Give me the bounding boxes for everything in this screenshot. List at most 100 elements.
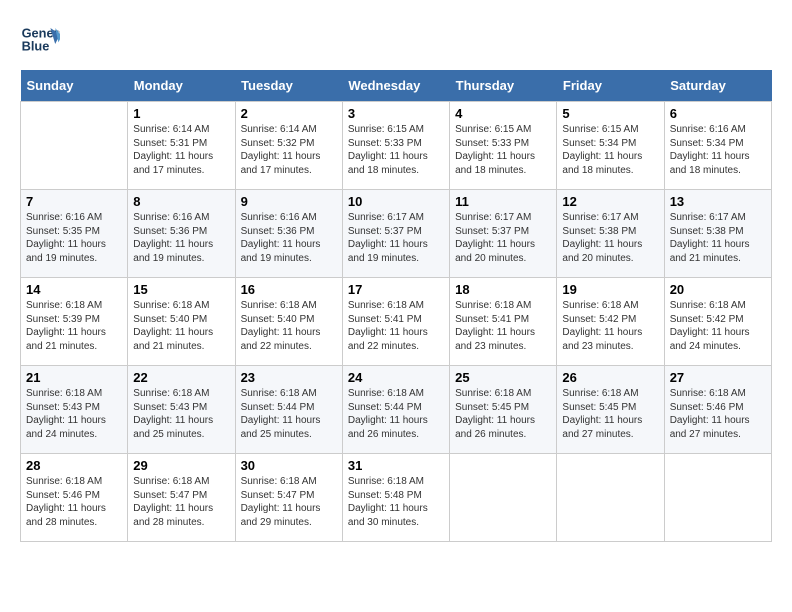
calendar-cell: 5 Sunrise: 6:15 AM Sunset: 5:34 PM Dayli…	[557, 102, 664, 190]
calendar-cell: 13 Sunrise: 6:17 AM Sunset: 5:38 PM Dayl…	[664, 190, 771, 278]
calendar-cell: 15 Sunrise: 6:18 AM Sunset: 5:40 PM Dayl…	[128, 278, 235, 366]
calendar-cell: 29 Sunrise: 6:18 AM Sunset: 5:47 PM Dayl…	[128, 454, 235, 542]
day-number: 4	[455, 106, 551, 121]
day-number: 13	[670, 194, 766, 209]
calendar-cell: 7 Sunrise: 6:16 AM Sunset: 5:35 PM Dayli…	[21, 190, 128, 278]
weekday-header-friday: Friday	[557, 70, 664, 102]
calendar-cell: 8 Sunrise: 6:16 AM Sunset: 5:36 PM Dayli…	[128, 190, 235, 278]
cell-info: Sunrise: 6:18 AM Sunset: 5:42 PM Dayligh…	[670, 299, 766, 353]
calendar-cell	[450, 454, 557, 542]
day-number: 2	[241, 106, 337, 121]
calendar-cell: 30 Sunrise: 6:18 AM Sunset: 5:47 PM Dayl…	[235, 454, 342, 542]
weekday-header-saturday: Saturday	[664, 70, 771, 102]
weekday-header-monday: Monday	[128, 70, 235, 102]
calendar-cell: 12 Sunrise: 6:17 AM Sunset: 5:38 PM Dayl…	[557, 190, 664, 278]
calendar-cell: 9 Sunrise: 6:16 AM Sunset: 5:36 PM Dayli…	[235, 190, 342, 278]
calendar-cell: 2 Sunrise: 6:14 AM Sunset: 5:32 PM Dayli…	[235, 102, 342, 190]
day-number: 1	[133, 106, 229, 121]
cell-info: Sunrise: 6:18 AM Sunset: 5:42 PM Dayligh…	[562, 299, 658, 353]
day-number: 27	[670, 370, 766, 385]
weekday-header-tuesday: Tuesday	[235, 70, 342, 102]
day-number: 23	[241, 370, 337, 385]
cell-info: Sunrise: 6:18 AM Sunset: 5:44 PM Dayligh…	[241, 387, 337, 441]
day-number: 19	[562, 282, 658, 297]
cell-info: Sunrise: 6:17 AM Sunset: 5:37 PM Dayligh…	[455, 211, 551, 265]
calendar-cell	[664, 454, 771, 542]
calendar-cell: 20 Sunrise: 6:18 AM Sunset: 5:42 PM Dayl…	[664, 278, 771, 366]
day-number: 14	[26, 282, 122, 297]
day-number: 11	[455, 194, 551, 209]
cell-info: Sunrise: 6:17 AM Sunset: 5:38 PM Dayligh…	[562, 211, 658, 265]
calendar-table: SundayMondayTuesdayWednesdayThursdayFrid…	[20, 70, 772, 542]
calendar-week-1: 1 Sunrise: 6:14 AM Sunset: 5:31 PM Dayli…	[21, 102, 772, 190]
calendar-cell: 1 Sunrise: 6:14 AM Sunset: 5:31 PM Dayli…	[128, 102, 235, 190]
cell-info: Sunrise: 6:18 AM Sunset: 5:46 PM Dayligh…	[670, 387, 766, 441]
cell-info: Sunrise: 6:18 AM Sunset: 5:48 PM Dayligh…	[348, 475, 444, 529]
cell-info: Sunrise: 6:14 AM Sunset: 5:31 PM Dayligh…	[133, 123, 229, 177]
calendar-cell: 23 Sunrise: 6:18 AM Sunset: 5:44 PM Dayl…	[235, 366, 342, 454]
day-number: 20	[670, 282, 766, 297]
calendar-cell: 14 Sunrise: 6:18 AM Sunset: 5:39 PM Dayl…	[21, 278, 128, 366]
cell-info: Sunrise: 6:18 AM Sunset: 5:39 PM Dayligh…	[26, 299, 122, 353]
calendar-cell: 4 Sunrise: 6:15 AM Sunset: 5:33 PM Dayli…	[450, 102, 557, 190]
calendar-cell	[557, 454, 664, 542]
cell-info: Sunrise: 6:18 AM Sunset: 5:40 PM Dayligh…	[133, 299, 229, 353]
cell-info: Sunrise: 6:18 AM Sunset: 5:43 PM Dayligh…	[26, 387, 122, 441]
cell-info: Sunrise: 6:16 AM Sunset: 5:35 PM Dayligh…	[26, 211, 122, 265]
day-number: 18	[455, 282, 551, 297]
calendar-cell	[21, 102, 128, 190]
page-header: General Blue	[20, 20, 772, 60]
weekday-header-sunday: Sunday	[21, 70, 128, 102]
logo: General Blue	[20, 20, 64, 60]
cell-info: Sunrise: 6:18 AM Sunset: 5:45 PM Dayligh…	[455, 387, 551, 441]
day-number: 29	[133, 458, 229, 473]
day-number: 7	[26, 194, 122, 209]
day-number: 5	[562, 106, 658, 121]
day-number: 24	[348, 370, 444, 385]
cell-info: Sunrise: 6:18 AM Sunset: 5:47 PM Dayligh…	[133, 475, 229, 529]
calendar-cell: 3 Sunrise: 6:15 AM Sunset: 5:33 PM Dayli…	[342, 102, 449, 190]
day-number: 6	[670, 106, 766, 121]
cell-info: Sunrise: 6:18 AM Sunset: 5:41 PM Dayligh…	[348, 299, 444, 353]
cell-info: Sunrise: 6:18 AM Sunset: 5:43 PM Dayligh…	[133, 387, 229, 441]
calendar-cell: 11 Sunrise: 6:17 AM Sunset: 5:37 PM Dayl…	[450, 190, 557, 278]
calendar-cell: 22 Sunrise: 6:18 AM Sunset: 5:43 PM Dayl…	[128, 366, 235, 454]
calendar-cell: 26 Sunrise: 6:18 AM Sunset: 5:45 PM Dayl…	[557, 366, 664, 454]
calendar-cell: 31 Sunrise: 6:18 AM Sunset: 5:48 PM Dayl…	[342, 454, 449, 542]
calendar-cell: 28 Sunrise: 6:18 AM Sunset: 5:46 PM Dayl…	[21, 454, 128, 542]
day-number: 26	[562, 370, 658, 385]
day-number: 16	[241, 282, 337, 297]
day-number: 28	[26, 458, 122, 473]
day-number: 21	[26, 370, 122, 385]
cell-info: Sunrise: 6:17 AM Sunset: 5:37 PM Dayligh…	[348, 211, 444, 265]
day-number: 12	[562, 194, 658, 209]
calendar-cell: 27 Sunrise: 6:18 AM Sunset: 5:46 PM Dayl…	[664, 366, 771, 454]
cell-info: Sunrise: 6:18 AM Sunset: 5:41 PM Dayligh…	[455, 299, 551, 353]
weekday-header-thursday: Thursday	[450, 70, 557, 102]
calendar-cell: 25 Sunrise: 6:18 AM Sunset: 5:45 PM Dayl…	[450, 366, 557, 454]
day-number: 17	[348, 282, 444, 297]
calendar-cell: 19 Sunrise: 6:18 AM Sunset: 5:42 PM Dayl…	[557, 278, 664, 366]
day-number: 25	[455, 370, 551, 385]
calendar-cell: 16 Sunrise: 6:18 AM Sunset: 5:40 PM Dayl…	[235, 278, 342, 366]
calendar-week-5: 28 Sunrise: 6:18 AM Sunset: 5:46 PM Dayl…	[21, 454, 772, 542]
calendar-cell: 24 Sunrise: 6:18 AM Sunset: 5:44 PM Dayl…	[342, 366, 449, 454]
cell-info: Sunrise: 6:14 AM Sunset: 5:32 PM Dayligh…	[241, 123, 337, 177]
day-number: 15	[133, 282, 229, 297]
calendar-cell: 10 Sunrise: 6:17 AM Sunset: 5:37 PM Dayl…	[342, 190, 449, 278]
calendar-week-2: 7 Sunrise: 6:16 AM Sunset: 5:35 PM Dayli…	[21, 190, 772, 278]
cell-info: Sunrise: 6:15 AM Sunset: 5:33 PM Dayligh…	[455, 123, 551, 177]
day-number: 22	[133, 370, 229, 385]
cell-info: Sunrise: 6:18 AM Sunset: 5:46 PM Dayligh…	[26, 475, 122, 529]
day-number: 10	[348, 194, 444, 209]
day-number: 8	[133, 194, 229, 209]
calendar-cell: 18 Sunrise: 6:18 AM Sunset: 5:41 PM Dayl…	[450, 278, 557, 366]
logo-icon: General Blue	[20, 20, 60, 60]
weekday-header-wednesday: Wednesday	[342, 70, 449, 102]
cell-info: Sunrise: 6:18 AM Sunset: 5:45 PM Dayligh…	[562, 387, 658, 441]
cell-info: Sunrise: 6:18 AM Sunset: 5:40 PM Dayligh…	[241, 299, 337, 353]
calendar-week-4: 21 Sunrise: 6:18 AM Sunset: 5:43 PM Dayl…	[21, 366, 772, 454]
day-number: 31	[348, 458, 444, 473]
calendar-cell: 6 Sunrise: 6:16 AM Sunset: 5:34 PM Dayli…	[664, 102, 771, 190]
cell-info: Sunrise: 6:15 AM Sunset: 5:33 PM Dayligh…	[348, 123, 444, 177]
